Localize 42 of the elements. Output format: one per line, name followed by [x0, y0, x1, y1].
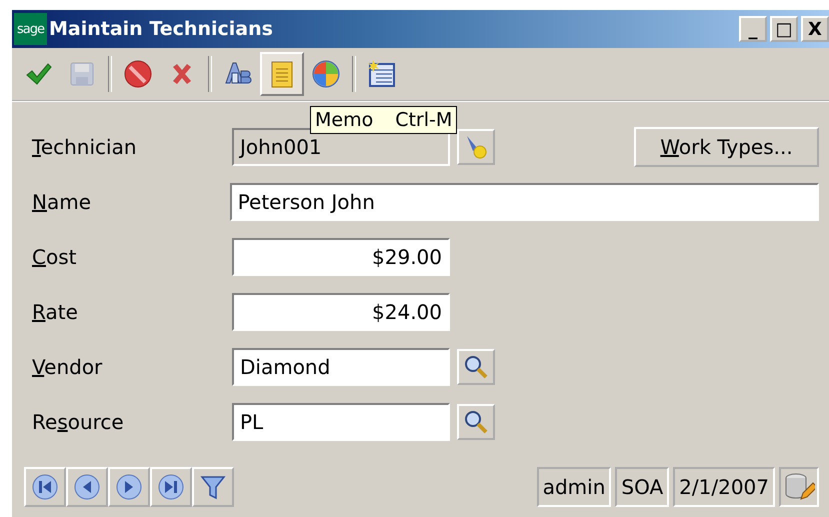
search-icon [463, 354, 489, 380]
stop-icon [123, 59, 153, 89]
maximize-button[interactable]: □ [770, 16, 798, 42]
field-label: Cost [31, 245, 78, 269]
input-field[interactable]: Peterson John [230, 183, 819, 221]
input-field[interactable]: John001 [232, 128, 450, 166]
input-field[interactable]: $29.00 [232, 238, 450, 276]
memo-button[interactable] [457, 129, 495, 165]
nav-button[interactable] [192, 467, 234, 507]
status-panel: SOA [615, 467, 670, 507]
first-record-icon [31, 473, 59, 501]
status-panel: admin [536, 467, 612, 507]
field-label: Rate [31, 300, 79, 324]
window-title: Maintain Technicians [49, 18, 274, 40]
field-label: Vendor [31, 355, 104, 379]
search-icon [463, 409, 489, 435]
status-panel: 2/1/2007 [673, 467, 775, 507]
database-edit-icon[interactable] [783, 471, 815, 503]
app-logo: sage [14, 13, 47, 45]
notepad-icon [269, 59, 295, 89]
input-field[interactable]: PL [232, 403, 450, 441]
nav-button[interactable] [24, 467, 66, 507]
window-icon [367, 59, 397, 89]
work-types-button[interactable]: Work Types... [634, 127, 819, 167]
nav-button[interactable] [66, 467, 108, 507]
next-icon [115, 473, 143, 501]
nav-button[interactable] [108, 467, 150, 507]
previous-icon [73, 473, 101, 501]
nav-button[interactable] [150, 467, 192, 507]
last-record-icon [157, 473, 185, 501]
lookup-button[interactable] [457, 349, 495, 385]
field-label: Name [31, 190, 92, 214]
field-label: Technician [31, 135, 138, 159]
minimize-button[interactable]: _ [739, 16, 767, 42]
close-button[interactable]: X [801, 16, 829, 42]
input-field[interactable]: Diamond [232, 348, 450, 386]
tooltip: Memo Ctrl-M [310, 106, 458, 134]
lookup-button[interactable] [457, 404, 495, 440]
field-label: Resource [31, 410, 125, 434]
globe-icon [311, 59, 341, 89]
toolbar-button[interactable] [260, 52, 304, 96]
input-field[interactable]: $24.00 [232, 293, 450, 331]
